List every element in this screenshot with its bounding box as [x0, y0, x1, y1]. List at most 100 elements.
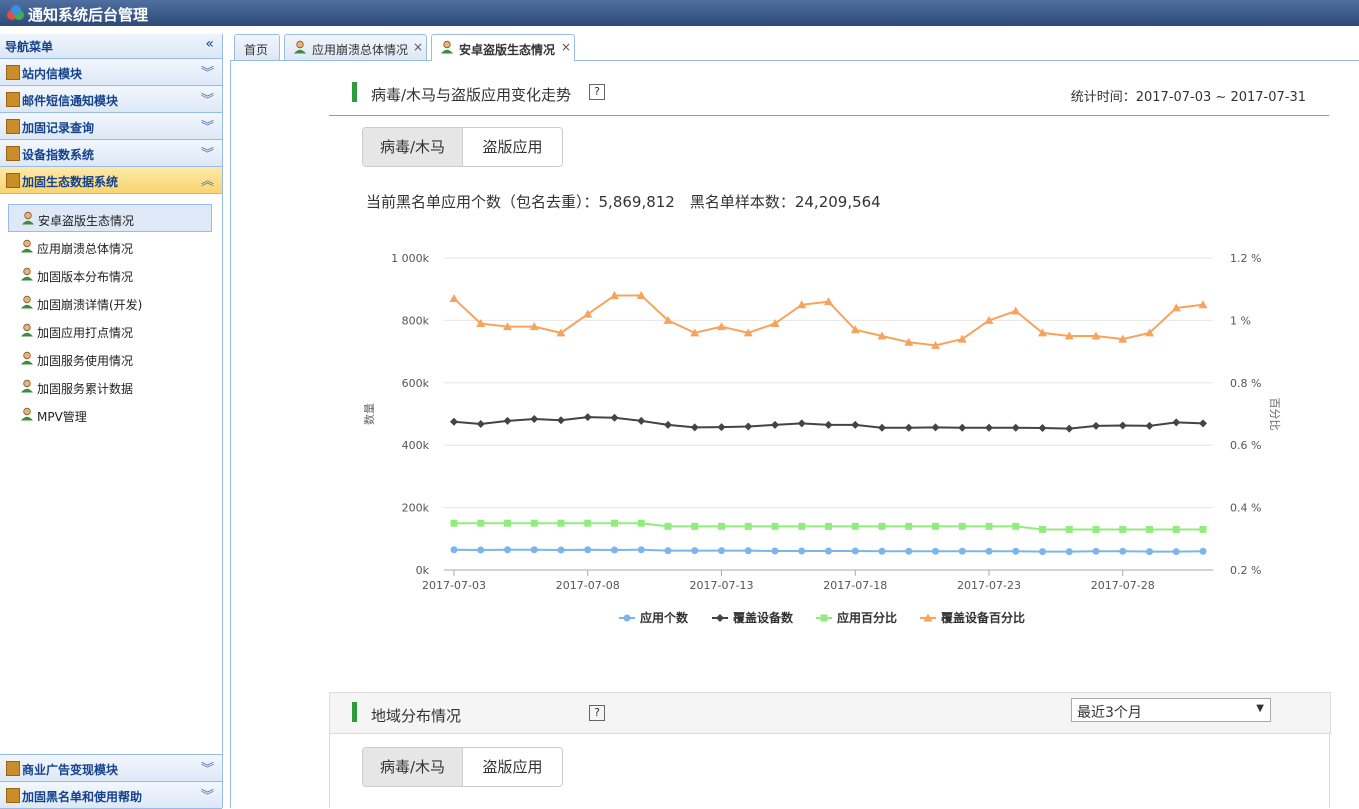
- chevron-down-icon[interactable]: ︾: [201, 116, 214, 135]
- folder-icon: [6, 761, 20, 776]
- submenu-item-service-cumulative[interactable]: 加固服务累计数据: [0, 372, 222, 400]
- module-label: 商业广告变现模块: [22, 763, 119, 777]
- submenu-item-android-piracy[interactable]: 安卓盗版生态情况: [8, 204, 212, 232]
- data-point: [932, 522, 939, 530]
- data-point: [1092, 421, 1100, 430]
- submenu-label: 加固服务使用情况: [37, 354, 134, 368]
- module-label: 加固黑名单和使用帮助: [22, 790, 143, 804]
- data-point: [530, 414, 539, 423]
- module-label: 加固生态数据系统: [22, 175, 119, 189]
- data-point: [905, 547, 913, 555]
- submenu-label: 加固应用打点情况: [37, 326, 134, 340]
- data-point: [664, 547, 672, 555]
- data-point: [1065, 424, 1074, 433]
- data-point: [504, 546, 511, 554]
- data-point: [718, 547, 725, 555]
- bottom-modules: 商业广告变现模块 ︾ 加固黑名单和使用帮助 ︾: [0, 754, 222, 809]
- chevron-down-icon[interactable]: ︾: [201, 785, 214, 804]
- y-tick-label: 0k: [416, 564, 430, 577]
- chevron-down-icon[interactable]: ︾: [201, 89, 214, 108]
- data-point: [904, 423, 913, 432]
- category-toggle: 病毒/木马 盗版应用: [362, 127, 563, 167]
- data-point: [798, 547, 806, 555]
- toggle-virus-button[interactable]: 病毒/木马: [363, 748, 463, 786]
- close-icon[interactable]: ×: [413, 40, 423, 54]
- data-point: [584, 519, 592, 527]
- tab-home[interactable]: 首页: [234, 34, 280, 60]
- toggle-virus-button[interactable]: 病毒/木马: [363, 128, 463, 166]
- user-icon: [294, 40, 306, 54]
- data-point: [610, 413, 619, 422]
- x-tick-label: 2017-07-28: [1091, 579, 1155, 592]
- data-point: [1172, 548, 1180, 556]
- y2-tick-label: 0.2 %: [1230, 564, 1261, 577]
- tab-android-piracy[interactable]: 安卓盗版生态情况 ×: [431, 34, 575, 61]
- toggle-piracy-button[interactable]: 盗版应用: [463, 748, 562, 786]
- data-point: [503, 416, 512, 425]
- submenu-label: MPV管理: [37, 410, 87, 424]
- y-tick-label: 800k: [402, 314, 430, 327]
- user-icon: [22, 211, 34, 225]
- chevron-down-icon[interactable]: ︾: [201, 758, 214, 777]
- submenu-item-crash-overview[interactable]: 应用崩溃总体情况: [0, 232, 222, 260]
- data-point: [449, 294, 459, 303]
- data-point: [637, 546, 645, 554]
- module-blacklist-help[interactable]: 加固黑名单和使用帮助 ︾: [0, 782, 222, 809]
- submenu-item-version-dist[interactable]: 加固版本分布情况: [0, 260, 222, 288]
- user-icon: [21, 407, 33, 421]
- help-icon[interactable]: ?: [589, 84, 605, 100]
- region-section-border: [329, 732, 330, 808]
- module-email-sms[interactable]: 邮件短信通知模块 ︾: [0, 86, 222, 113]
- data-point: [1146, 548, 1153, 556]
- region-section-border: [1329, 732, 1330, 808]
- chevron-up-icon[interactable]: ︽: [201, 170, 214, 189]
- help-icon[interactable]: ?: [589, 705, 605, 721]
- user-icon: [21, 379, 33, 393]
- double-chevron-left-icon[interactable]: «: [205, 36, 214, 52]
- data-point: [851, 547, 859, 555]
- data-point: [1199, 419, 1207, 428]
- folder-icon: [6, 119, 20, 134]
- data-point: [744, 422, 753, 431]
- x-tick-label: 2017-07-23: [957, 579, 1021, 592]
- data-point: [623, 614, 631, 622]
- toggle-piracy-button[interactable]: 盗版应用: [463, 128, 562, 166]
- data-point: [771, 522, 779, 530]
- module-label: 邮件短信通知模块: [22, 94, 119, 108]
- module-harden-record[interactable]: 加固记录查询 ︾: [0, 113, 222, 140]
- close-icon[interactable]: ×: [561, 40, 571, 54]
- submenu-item-mpv[interactable]: MPV管理: [0, 400, 222, 428]
- data-point: [797, 419, 806, 428]
- chevron-down-icon[interactable]: ︾: [201, 143, 214, 162]
- folder-icon: [6, 146, 20, 161]
- data-point: [1092, 525, 1100, 533]
- module-station-mail[interactable]: 站内信模块 ︾: [0, 59, 222, 86]
- data-point: [932, 547, 939, 555]
- legend-label: 覆盖设备数: [732, 610, 794, 625]
- section-title: 地域分布情况: [371, 707, 462, 725]
- user-icon: [441, 40, 453, 54]
- data-point: [717, 423, 726, 432]
- tab-bar: 首页 应用崩溃总体情况 × 安卓盗版生态情况 ×: [230, 34, 1359, 61]
- module-ad-monetize[interactable]: 商业广告变现模块 ︾: [0, 754, 222, 782]
- submenu-item-crash-detail[interactable]: 加固崩溃详情(开发): [0, 288, 222, 316]
- data-point: [958, 423, 967, 432]
- submenu-label: 加固服务累计数据: [37, 382, 134, 396]
- x-tick-label: 2017-07-13: [690, 579, 754, 592]
- tab-crash-overview[interactable]: 应用崩溃总体情况 ×: [284, 34, 427, 60]
- time-range-select[interactable]: 最近3个月 ▼: [1071, 698, 1271, 722]
- data-point: [1011, 423, 1020, 432]
- submenu-item-app-tracking[interactable]: 加固应用打点情况: [0, 316, 222, 344]
- data-point: [744, 522, 752, 530]
- module-device-index[interactable]: 设备指数系统 ︾: [0, 140, 222, 167]
- user-icon: [21, 351, 33, 365]
- submenu-item-service-usage[interactable]: 加固服务使用情况: [0, 344, 222, 372]
- data-point: [985, 423, 993, 432]
- data-point: [985, 547, 993, 555]
- blacklist-summary: 当前黑名单应用个数（包名去重）：5,869,812 黑名单样本数：24,209,…: [366, 193, 881, 211]
- user-icon: [21, 295, 33, 309]
- app-header: 通知系统后台管理: [0, 0, 1359, 26]
- legend-label: 覆盖设备百分比: [940, 610, 1025, 625]
- module-harden-eco-data[interactable]: 加固生态数据系统 ︽: [0, 167, 222, 194]
- chevron-down-icon[interactable]: ︾: [201, 62, 214, 81]
